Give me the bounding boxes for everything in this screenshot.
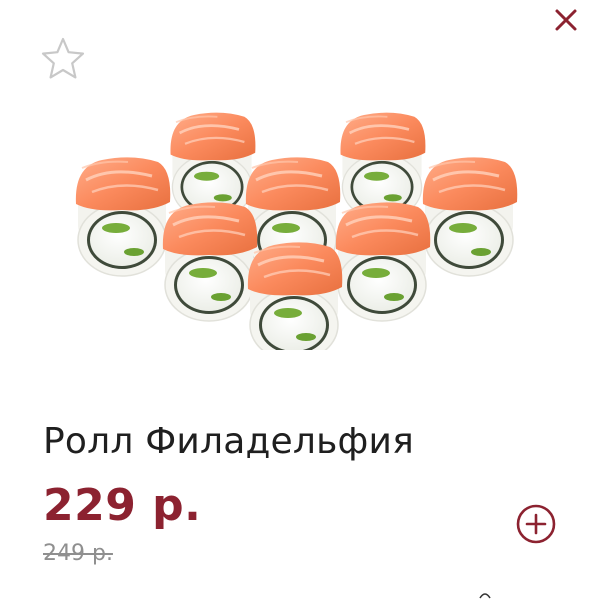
- product-card: Ролл Филадельфия 229 р. 249 р.: [0, 0, 600, 600]
- product-title: Ролл Филадельфия: [43, 421, 414, 462]
- product-price: 229 р.: [43, 480, 202, 531]
- close-icon[interactable]: [548, 2, 582, 36]
- plus-circle-icon[interactable]: [515, 503, 557, 545]
- product-old-price: 249 р.: [43, 541, 113, 566]
- sushi-rolls-image: [74, 111, 519, 350]
- star-outline-icon[interactable]: [40, 36, 86, 82]
- decorative-mark: [479, 593, 491, 599]
